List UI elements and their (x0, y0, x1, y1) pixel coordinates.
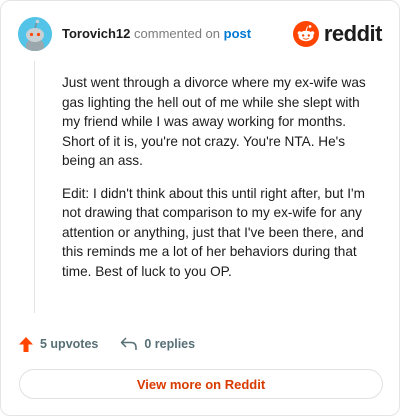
comment-body: Just went through a divorce where my ex-… (62, 73, 380, 294)
upvote-count: 5 upvotes (40, 337, 99, 351)
user-avatar[interactable] (18, 17, 52, 51)
comment-paragraph: Just went through a divorce where my ex-… (62, 75, 366, 168)
thread-line (34, 61, 35, 313)
post-link[interactable]: post (224, 26, 251, 41)
comment-actions: 5 upvotes 0 replies (18, 334, 217, 354)
commented-on-text: commented on (134, 26, 221, 41)
username-link[interactable]: Torovich12 (62, 26, 130, 41)
reddit-logo[interactable]: reddit (292, 21, 383, 47)
replies-button[interactable]: 0 replies (120, 336, 195, 352)
reply-arrow-icon (121, 337, 138, 350)
comment-header: Torovich12 commented on post reddit (18, 17, 383, 51)
view-more-button[interactable]: View more on Reddit (19, 369, 383, 399)
upvote-button[interactable]: 5 upvotes (18, 336, 98, 353)
comment-embed-card: Torovich12 commented on post reddit Just… (0, 0, 400, 416)
comment-paragraph: Edit: I didn't think about this until ri… (62, 185, 365, 279)
avatar-snoo-icon (18, 17, 52, 51)
reddit-logo-icon (292, 21, 319, 47)
comment-meta: Torovich12 commented on post (62, 26, 251, 42)
reddit-wordmark: reddit (323, 21, 383, 46)
upvote-arrow-icon (19, 336, 33, 352)
reply-count: 0 replies (144, 337, 196, 351)
